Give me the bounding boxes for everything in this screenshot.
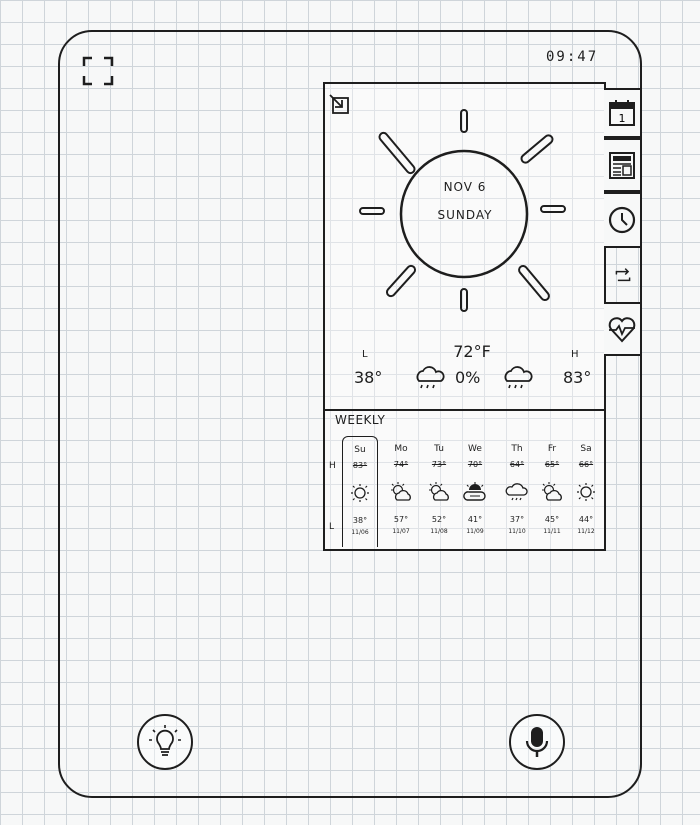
weekly-high-label: H bbox=[329, 461, 336, 471]
cloud-sun-icon bbox=[463, 482, 486, 501]
day-high: 83° bbox=[352, 461, 368, 470]
day-high: 65° bbox=[544, 460, 560, 469]
day-date: 11/10 bbox=[508, 528, 526, 535]
precipitation-chance: 0% bbox=[455, 368, 481, 387]
day-high: 64° bbox=[509, 460, 525, 469]
day-date: 11/12 bbox=[577, 528, 595, 535]
tab-calendar[interactable]: 1 bbox=[604, 88, 642, 138]
day-date: 11/09 bbox=[466, 528, 484, 535]
voice-button[interactable] bbox=[509, 714, 565, 770]
calendar-number: 1 bbox=[619, 112, 626, 125]
divider bbox=[325, 409, 604, 411]
day-low: 41° bbox=[467, 515, 483, 524]
day-column-tu[interactable]: Tu 73° 52° 11/08 bbox=[421, 440, 457, 550]
lightbulb-icon bbox=[149, 725, 181, 756]
day-name: Mo bbox=[394, 444, 408, 454]
day-low: 44° bbox=[578, 515, 594, 524]
partly-cloudy-icon bbox=[542, 482, 562, 501]
day-column-fr[interactable]: Fr 65° 45° 11/11 bbox=[534, 440, 570, 550]
rain-cloud-icon bbox=[416, 366, 445, 389]
partly-cloudy-icon bbox=[391, 482, 411, 501]
current-temperature: 72°F bbox=[453, 342, 491, 361]
fullscreen-icon[interactable] bbox=[82, 56, 114, 86]
day-column-mo[interactable]: Mo 74° 57° 11/07 bbox=[383, 440, 419, 550]
weather-widget: NOV 6 SUNDAY L H 72°F 38° 0% 83° WEEKLY … bbox=[323, 82, 606, 551]
sun-icon bbox=[577, 483, 595, 501]
day-date: 11/11 bbox=[543, 528, 561, 535]
today-date: NOV 6 bbox=[443, 180, 487, 194]
high-label: H bbox=[571, 349, 579, 360]
clock-icon bbox=[608, 206, 636, 234]
tab-news[interactable] bbox=[604, 138, 642, 192]
weekly-label: WEEKLY bbox=[335, 413, 386, 427]
today-high: 83° bbox=[563, 368, 592, 387]
day-column-su[interactable]: Su 83° 38° 11/06 bbox=[342, 436, 378, 547]
day-high: 70° bbox=[467, 460, 483, 469]
day-column-we[interactable]: We 70° 41° 11/09 bbox=[457, 440, 493, 550]
day-low: 52° bbox=[431, 515, 447, 524]
rain-cloud-icon bbox=[504, 366, 533, 389]
day-low: 45° bbox=[544, 515, 560, 524]
day-column-th[interactable]: Th 64° 37° 11/10 bbox=[499, 440, 535, 550]
tab-health[interactable] bbox=[604, 302, 642, 356]
microphone-icon bbox=[525, 727, 549, 757]
day-name: Sa bbox=[580, 444, 592, 454]
day-name: Th bbox=[511, 444, 523, 454]
newspaper-icon bbox=[609, 152, 635, 179]
tab-clock[interactable] bbox=[604, 192, 642, 248]
status-time: 09:47 bbox=[546, 49, 599, 65]
day-name: Su bbox=[354, 445, 366, 455]
sun-icon bbox=[351, 484, 369, 502]
day-high: 73° bbox=[431, 460, 447, 469]
day-name: We bbox=[468, 444, 482, 454]
repeat-icon bbox=[615, 268, 631, 282]
today-day: SUNDAY bbox=[437, 208, 493, 222]
low-label: L bbox=[362, 349, 368, 360]
day-date: 11/08 bbox=[430, 528, 448, 535]
day-low: 37° bbox=[509, 515, 525, 524]
today-low: 38° bbox=[354, 368, 383, 387]
ideas-button[interactable] bbox=[137, 714, 193, 770]
day-date: 11/06 bbox=[351, 529, 369, 536]
calendar-icon: 1 bbox=[609, 100, 635, 126]
tab-repeat[interactable] bbox=[604, 248, 642, 304]
heart-pulse-icon bbox=[608, 317, 636, 343]
day-name: Tu bbox=[434, 444, 444, 454]
rain-icon bbox=[505, 483, 528, 501]
weekly-low-label: L bbox=[329, 522, 335, 532]
day-low: 57° bbox=[393, 515, 409, 524]
day-high: 66° bbox=[578, 460, 594, 469]
day-date: 11/07 bbox=[392, 528, 410, 535]
day-low: 38° bbox=[352, 516, 368, 525]
partly-cloudy-icon bbox=[429, 482, 449, 501]
sun-illustration bbox=[359, 109, 566, 312]
day-high: 74° bbox=[393, 460, 409, 469]
day-name: Fr bbox=[547, 444, 557, 454]
day-column-sa[interactable]: Sa 66° 44° 11/12 bbox=[568, 440, 604, 550]
